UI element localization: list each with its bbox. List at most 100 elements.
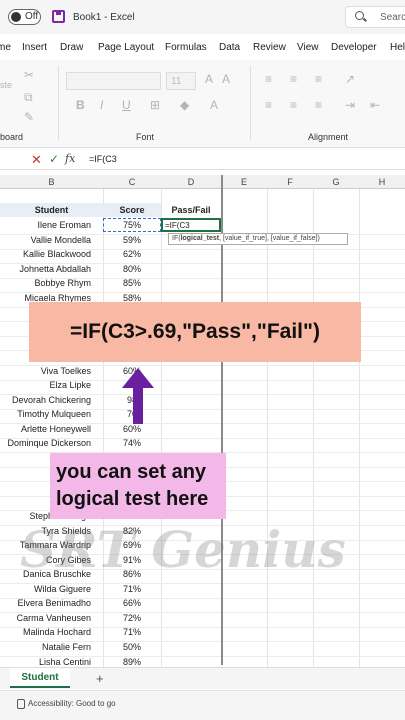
score-cell[interactable]: 72%: [103, 613, 161, 623]
fill-color-icon[interactable]: ◆: [180, 98, 189, 112]
student-name-cell[interactable]: Malinda Hochard: [0, 627, 103, 637]
student-name-cell[interactable]: Carma Vanheusen: [0, 613, 103, 623]
header-student[interactable]: Student: [15, 205, 88, 215]
font-name-box[interactable]: [66, 72, 161, 90]
score-cell[interactable]: 89%: [103, 657, 161, 667]
tip-box: you can set any logical test here: [50, 453, 226, 519]
indent-icon[interactable]: ⇥: [345, 98, 355, 112]
student-name-cell[interactable]: Dominque Dickerson: [0, 438, 103, 448]
sheet-tab-student[interactable]: Student: [10, 668, 70, 688]
table-row: Natalie Fern 50%: [0, 642, 405, 657]
student-name-cell[interactable]: Elvera Benimadho: [0, 598, 103, 608]
table-row: Kallie Blackwood 62%: [0, 249, 405, 265]
column-header-d[interactable]: D: [161, 177, 221, 187]
tab-review[interactable]: Review: [253, 42, 286, 53]
student-name-cell[interactable]: Timothy Mulqueen: [0, 409, 103, 419]
student-name-cell[interactable]: Viva Toelkes: [0, 366, 103, 376]
column-header-h[interactable]: H: [359, 177, 405, 187]
score-cell[interactable]: 50%: [103, 642, 161, 652]
tab-help[interactable]: Help: [390, 42, 405, 53]
score-cell[interactable]: 80%: [103, 264, 161, 274]
align-right-icon[interactable]: ≡: [315, 98, 322, 112]
table-row: Arlette Honeywell 60%: [0, 424, 405, 439]
borders-icon[interactable]: ⊞: [150, 98, 160, 112]
student-name-cell[interactable]: Elza Lipke: [0, 380, 103, 390]
score-cell[interactable]: 62%: [103, 249, 161, 259]
score-cell[interactable]: 66%: [103, 598, 161, 608]
score-cell[interactable]: 71%: [103, 584, 161, 594]
copy-icon[interactable]: ⧉: [24, 90, 33, 105]
tab-home[interactable]: me: [0, 42, 11, 53]
formula-banner: =IF(C3>.69,"Pass","Fail"): [29, 302, 361, 362]
tooltip-active-arg[interactable]: logical_test: [181, 235, 220, 242]
accessibility-icon[interactable]: [17, 699, 25, 709]
bold-icon[interactable]: B: [76, 98, 85, 112]
save-icon[interactable]: [52, 10, 65, 23]
outdent-icon[interactable]: ⇤: [370, 98, 380, 112]
italic-icon[interactable]: I: [100, 98, 103, 112]
score-cell[interactable]: 85%: [103, 278, 161, 288]
column-header-b[interactable]: B: [0, 177, 103, 187]
orientation-icon[interactable]: ↗: [345, 72, 355, 86]
search-box[interactable]: Search: [345, 6, 405, 28]
score-cell[interactable]: 59%: [103, 235, 161, 245]
tab-developer[interactable]: Developer: [331, 42, 377, 53]
student-name-cell[interactable]: Bobbye Rhym: [0, 278, 103, 288]
student-name-cell[interactable]: Devorah Chickering: [0, 395, 103, 405]
font-size-box[interactable]: 11: [166, 72, 196, 90]
tab-formulas[interactable]: Formulas: [165, 42, 207, 53]
accessibility-status[interactable]: Accessibility: Good to go: [28, 699, 116, 708]
align-center-icon[interactable]: ≡: [290, 98, 297, 112]
watermark: SRT Genius: [20, 520, 346, 579]
align-middle-icon[interactable]: ≡: [290, 72, 297, 86]
column-header-e[interactable]: E: [221, 177, 267, 187]
align-top-icon[interactable]: ≡: [265, 72, 272, 86]
font-group-label: Font: [136, 132, 155, 142]
student-name-cell[interactable]: Wilda Giguere: [0, 584, 103, 594]
align-bottom-icon[interactable]: ≡: [315, 72, 322, 86]
add-sheet-button[interactable]: +: [96, 671, 104, 686]
column-header-f[interactable]: F: [267, 177, 313, 187]
score-cell[interactable]: 71%: [103, 627, 161, 637]
student-name-cell[interactable]: Ilene Eroman: [0, 220, 103, 230]
tab-draw[interactable]: Draw: [60, 42, 83, 53]
enter-icon[interactable]: ✓: [49, 152, 59, 166]
student-name-cell[interactable]: Kallie Blackwood: [0, 249, 103, 259]
column-header-c[interactable]: C: [103, 177, 161, 187]
column-header-g[interactable]: G: [313, 177, 359, 187]
cancel-icon[interactable]: ✕: [31, 152, 42, 168]
active-cell-d3[interactable]: =IF(C3: [161, 218, 221, 232]
toggle-knob: [11, 12, 21, 22]
tab-page-layout[interactable]: Page Layout: [98, 42, 154, 53]
shrink-font-icon[interactable]: A: [222, 72, 230, 86]
cut-icon[interactable]: ✂: [24, 68, 34, 82]
student-name-cell[interactable]: Arlette Honeywell: [0, 424, 103, 434]
tab-view[interactable]: View: [297, 42, 319, 53]
table-row: Viva Toelkes 60%: [0, 366, 405, 381]
format-painter-icon[interactable]: ✎: [24, 110, 34, 124]
score-cell[interactable]: 74%: [103, 438, 161, 448]
table-row: Malinda Hochard 71%: [0, 627, 405, 643]
student-name-cell[interactable]: Lisha Centini: [0, 657, 103, 667]
autosave-toggle[interactable]: Off: [8, 9, 41, 25]
score-cell[interactable]: 60%: [103, 424, 161, 434]
tab-data[interactable]: Data: [219, 42, 240, 53]
insert-function-icon[interactable]: fx: [65, 152, 75, 165]
student-name-cell[interactable]: Natalie Fern: [0, 642, 103, 652]
table-row: Wilda Giguere 71%: [0, 584, 405, 599]
underline-icon[interactable]: U: [122, 98, 131, 112]
formula-bar: ✕ ✓ fx =IF(C3: [0, 150, 405, 170]
formula-input[interactable]: =IF(C3: [89, 154, 117, 164]
font-color-icon[interactable]: A: [210, 98, 218, 112]
student-name-cell[interactable]: Vallie Mondella: [0, 235, 103, 245]
search-icon: [355, 11, 364, 20]
header-passfail[interactable]: Pass/Fail: [161, 205, 221, 215]
tab-insert[interactable]: Insert: [22, 42, 47, 53]
align-left-icon[interactable]: ≡: [265, 98, 272, 112]
freeze-pane-line: [221, 175, 223, 665]
header-score[interactable]: Score: [103, 205, 161, 215]
student-name-cell[interactable]: Johnetta Abdallah: [0, 264, 103, 274]
referenced-cell-c3[interactable]: [103, 218, 161, 232]
tooltip-rest: , [value_if_true], [value_if_false]): [219, 235, 320, 242]
grow-font-icon[interactable]: A: [205, 72, 213, 86]
